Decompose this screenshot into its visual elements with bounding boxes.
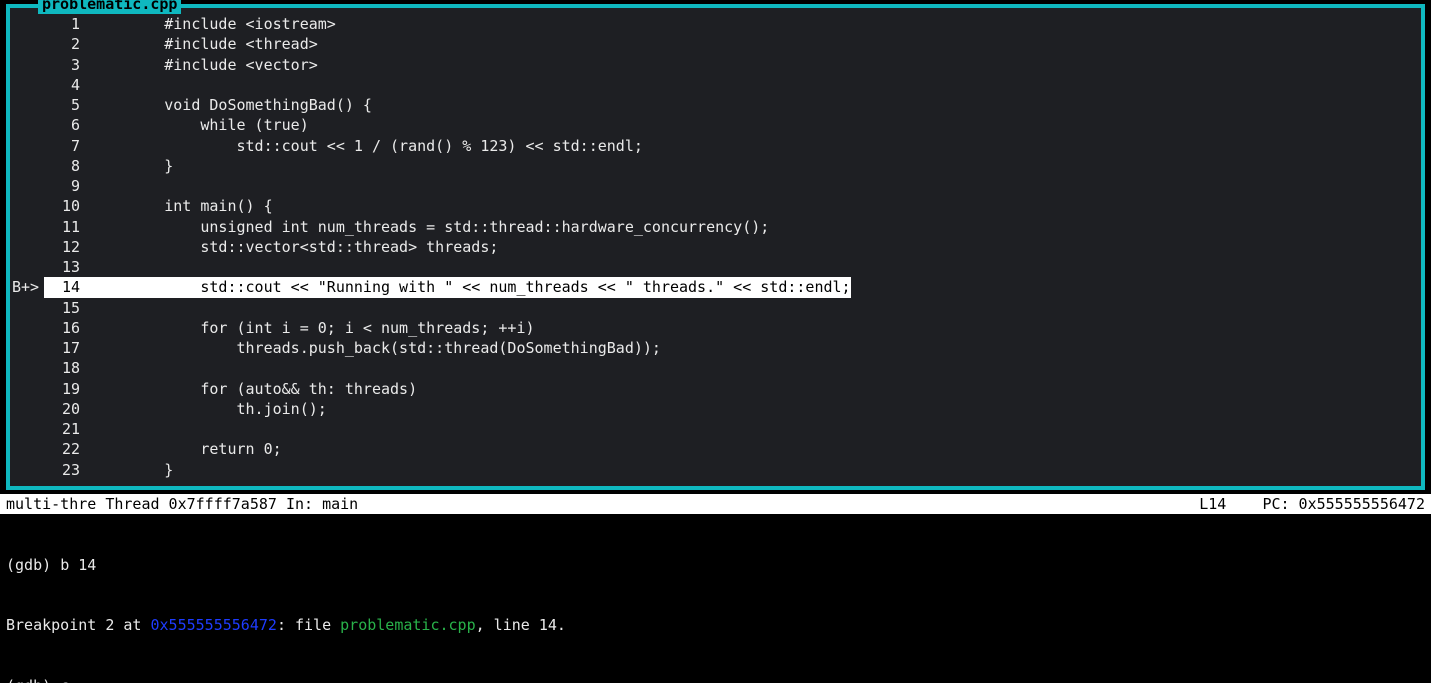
console-line: (gdb) c [6,676,1425,683]
code-text: std::cout << 1 / (rand() % 123) << std::… [92,136,643,156]
console-text: Breakpoint 2 at [6,616,151,634]
gdb-prompt: (gdb) [6,677,60,683]
console-cmd: b 14 [60,556,96,574]
line-number: 8 [44,156,92,176]
console-line: (gdb) b 14 [6,555,1425,575]
code-text: unsigned int num_threads = std::thread::… [92,217,769,237]
line-number: 23 [44,460,92,480]
code-text: } [92,156,173,176]
line-number: 15 [44,298,92,318]
source-line[interactable]: 6 while (true) [10,115,1421,135]
source-line[interactable]: 9 [10,176,1421,196]
line-number: 19 [44,379,92,399]
source-line[interactable]: 3 #include <vector> [10,55,1421,75]
code-text: while (true) [92,115,309,135]
source-line[interactable]: 12 std::vector<std::thread> threads; [10,237,1421,257]
code-text: return 0; [92,439,282,459]
filename: problematic.cpp [340,616,475,634]
source-line[interactable]: 4 [10,75,1421,95]
line-number: 13 [44,257,92,277]
source-line[interactable]: 1 #include <iostream> [10,14,1421,34]
console-cmd: c [60,677,69,683]
breakpoint-marker: B+> [10,277,44,297]
code-text: #include <iostream> [92,14,336,34]
source-line[interactable]: 13 [10,257,1421,277]
code-text: #include <thread> [92,34,318,54]
source-line[interactable]: 16 for (int i = 0; i < num_threads; ++i) [10,318,1421,338]
code-text: for (int i = 0; i < num_threads; ++i) [92,318,535,338]
line-number: 10 [44,196,92,216]
line-number: 20 [44,399,92,419]
line-number: 21 [44,419,92,439]
line-number: 18 [44,358,92,378]
source-line[interactable]: 10 int main() { [10,196,1421,216]
code-text: threads.push_back(std::thread(DoSomethin… [92,338,661,358]
code-text: void DoSomethingBad() { [92,95,372,115]
console-text: : file [277,616,340,634]
source-pane-title: problematic.cpp [38,0,181,14]
source-line[interactable]: 18 [10,358,1421,378]
line-number: 16 [44,318,92,338]
code-text: for (auto&& th: threads) [92,379,417,399]
line-number: 14 [44,277,92,297]
line-number: 22 [44,439,92,459]
status-line: L14 [1199,495,1226,513]
line-number: 1 [44,14,92,34]
status-left-text: multi-thre Thread 0x7ffff7a587 In: [6,495,322,513]
status-left: multi-thre Thread 0x7ffff7a587 In: main [6,494,1199,514]
source-line[interactable]: 7 std::cout << 1 / (rand() % 123) << std… [10,136,1421,156]
source-line[interactable]: 19 for (auto&& th: threads) [10,379,1421,399]
code-text: } [92,460,173,480]
source-listing: 1 #include <iostream>2 #include <thread>… [10,8,1421,486]
gdb-prompt: (gdb) [6,556,60,574]
gdb-tui-screen: problematic.cpp 1 #include <iostream>2 #… [0,4,1431,683]
source-line[interactable]: 17 threads.push_back(std::thread(DoSomet… [10,338,1421,358]
line-number: 4 [44,75,92,95]
source-line[interactable]: 22 return 0; [10,439,1421,459]
source-line[interactable]: 15 [10,298,1421,318]
code-text: int main() { [92,196,273,216]
source-pane[interactable]: problematic.cpp 1 #include <iostream>2 #… [6,4,1425,490]
address: 0x555555556472 [151,616,277,634]
source-line[interactable]: 2 #include <thread> [10,34,1421,54]
console-text: , line 14. [476,616,566,634]
status-bar: multi-thre Thread 0x7ffff7a587 In: main … [0,494,1431,514]
line-number: 3 [44,55,92,75]
line-number: 17 [44,338,92,358]
console-line: Breakpoint 2 at 0x555555556472: file pro… [6,615,1425,635]
line-number: 2 [44,34,92,54]
status-pc: PC: 0x555555556472 [1262,495,1425,513]
source-line[interactable]: 5 void DoSomethingBad() { [10,95,1421,115]
code-text: std::vector<std::thread> threads; [92,237,498,257]
status-func: main [322,495,358,513]
gdb-console[interactable]: (gdb) b 14 Breakpoint 2 at 0x55555555647… [0,514,1431,683]
line-number: 5 [44,95,92,115]
line-number: 12 [44,237,92,257]
code-text: th.join(); [92,399,327,419]
source-line[interactable]: 23 } [10,460,1421,480]
source-line[interactable]: B+>14 std::cout << "Running with " << nu… [10,277,1421,297]
line-number: 9 [44,176,92,196]
code-text: #include <vector> [92,55,318,75]
source-line[interactable]: 21 [10,419,1421,439]
line-number: 11 [44,217,92,237]
source-line[interactable]: 8 } [10,156,1421,176]
status-right: L14 PC: 0x555555556472 [1199,494,1425,514]
line-number: 6 [44,115,92,135]
source-line[interactable]: 11 unsigned int num_threads = std::threa… [10,217,1421,237]
line-number: 7 [44,136,92,156]
source-line[interactable]: 20 th.join(); [10,399,1421,419]
code-text: std::cout << "Running with " << num_thre… [92,277,851,297]
